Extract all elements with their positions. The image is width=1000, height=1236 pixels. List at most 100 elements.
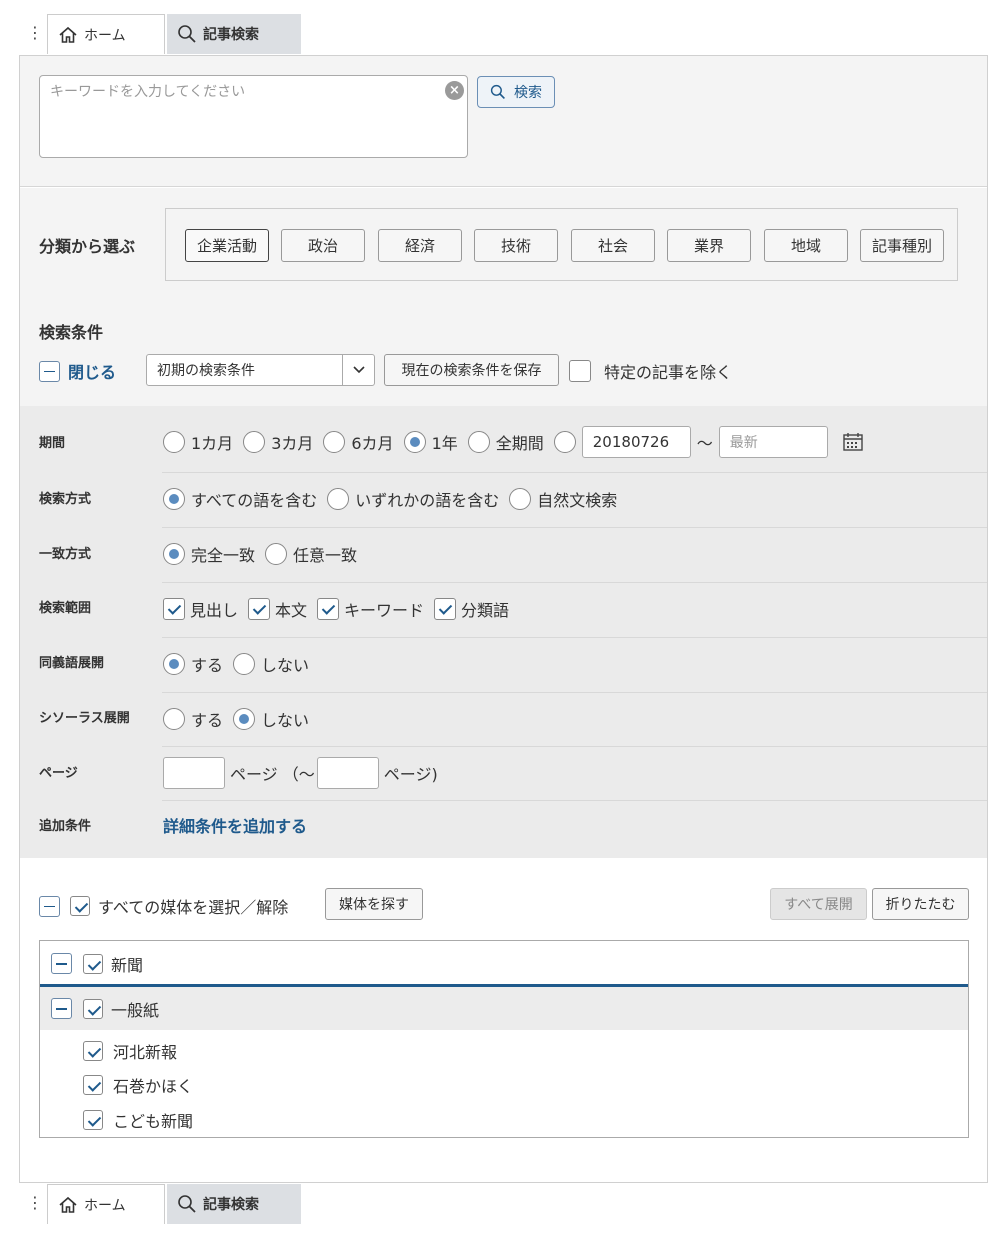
method-option[interactable]: 自然文検索 (509, 487, 617, 511)
radio[interactable] (163, 543, 185, 565)
category-button[interactable]: 政治 (281, 229, 365, 262)
category-button[interactable]: 記事種別 (860, 229, 944, 262)
clear-icon[interactable]: × (445, 81, 464, 100)
category-section: 分類から選ぶ 企業活動 政治 経済 技術 社会 業界 地域 記事種別 検索条件 … (20, 188, 987, 406)
period-option[interactable]: 6カ月 (323, 430, 394, 454)
media-header: すべての媒体を選択／解除 (39, 894, 288, 918)
expand-all-button[interactable]: すべて展開 (770, 888, 867, 920)
category-box: 企業活動 政治 経済 技術 社会 業界 地域 記事種別 (165, 208, 958, 281)
checkbox[interactable] (83, 1075, 103, 1095)
save-conditions-button[interactable]: 現在の検索条件を保存 (384, 354, 559, 386)
checkbox[interactable] (83, 1041, 103, 1061)
tab-home[interactable]: ホーム (47, 1184, 165, 1224)
scope-option[interactable]: 本文 (248, 597, 307, 621)
category-button[interactable]: 地域 (764, 229, 848, 262)
preset-select[interactable]: 初期の検索条件 (146, 354, 375, 386)
method-label: 検索方式 (39, 492, 92, 507)
period-label: 期間 (39, 436, 66, 451)
category-button[interactable]: 経済 (378, 229, 462, 262)
tab-home[interactable]: ホーム (47, 14, 165, 54)
category-button[interactable]: 企業活動 (185, 229, 269, 262)
media-subgroup-row[interactable]: 一般紙 (40, 987, 968, 1030)
checkbox[interactable] (83, 953, 103, 974)
scope-option[interactable]: 分類語 (434, 597, 509, 621)
period-custom-radio[interactable] (553, 431, 576, 453)
checkbox[interactable] (248, 598, 271, 620)
period-option[interactable]: 1年 (403, 430, 458, 454)
calendar-icon[interactable] (842, 432, 864, 452)
media-item[interactable]: 石巻かほく (83, 1073, 193, 1097)
thesaurus-option[interactable]: する (163, 707, 223, 731)
radio[interactable] (243, 431, 266, 453)
match-option[interactable]: 完全一致 (163, 542, 255, 566)
scope-option[interactable]: キーワード (317, 597, 424, 621)
checkbox[interactable] (317, 598, 340, 620)
radio[interactable] (467, 431, 490, 453)
media-group-row[interactable]: 新聞 (40, 941, 968, 986)
row-divider (162, 746, 987, 747)
radio[interactable] (163, 488, 185, 510)
exclude-checkbox[interactable] (569, 360, 591, 382)
period-options: 1カ月 3カ月 6カ月 1年 全期間 20180726 ～ 最新 (163, 426, 864, 458)
tab-article-search[interactable]: 記事検索 (167, 1184, 301, 1224)
radio[interactable] (327, 488, 350, 510)
find-media-button[interactable]: 媒体を探す (325, 888, 423, 920)
collapse-icon[interactable] (39, 895, 60, 917)
collapse-all-button[interactable]: 折りたたむ (872, 888, 969, 920)
checkbox[interactable] (434, 598, 457, 620)
media-item[interactable]: 河北新報 (83, 1039, 177, 1063)
synonym-option[interactable]: しない (233, 652, 309, 676)
radio[interactable] (233, 653, 256, 675)
period-option[interactable]: 1カ月 (163, 430, 233, 454)
row-divider (162, 692, 987, 693)
radio[interactable] (403, 431, 426, 453)
tab-article-search[interactable]: 記事検索 (167, 14, 301, 54)
row-divider (162, 637, 987, 638)
media-section: すべての媒体を選択／解除 媒体を探す すべて展開 折りたたむ 新聞 一般紙 河北… (20, 858, 987, 1182)
add-detail-conditions-link[interactable]: 詳細条件を追加する (163, 813, 307, 837)
more-menu-icon[interactable]: ⋮ (27, 1195, 43, 1211)
thesaurus-option[interactable]: しない (233, 707, 309, 731)
date-from-input[interactable]: 20180726 (581, 426, 691, 458)
search-button[interactable]: 検索 (477, 76, 555, 108)
category-button[interactable]: 技術 (474, 229, 558, 262)
search-icon (490, 84, 505, 99)
thesaurus-label: シソーラス展開 (39, 711, 130, 726)
exclude-articles[interactable]: 特定の記事を除く (569, 359, 732, 383)
method-option[interactable]: いずれかの語を含む (327, 487, 499, 511)
option-label: 3カ月 (271, 434, 314, 453)
conditions-rows: 期間 1カ月 3カ月 6カ月 1年 全期間 20180726 ～ 最新 検索方式… (20, 406, 987, 858)
collapse-conditions-button[interactable]: 閉じる (39, 359, 116, 383)
category-button[interactable]: 業界 (667, 229, 751, 262)
method-option[interactable]: すべての語を含む (163, 487, 317, 511)
radio[interactable] (163, 708, 185, 730)
collapse-icon[interactable] (51, 998, 72, 1019)
keyword-input[interactable]: キーワードを入力してください × (39, 75, 468, 158)
more-menu-icon[interactable]: ⋮ (27, 25, 43, 41)
match-option[interactable]: 任意一致 (265, 542, 357, 566)
collapse-icon[interactable] (51, 953, 72, 974)
match-options: 完全一致 任意一致 (163, 542, 367, 566)
page-from-input[interactable] (163, 757, 225, 789)
tab-bar-top: ⋮ ホーム 記事検索 (0, 13, 1000, 55)
radio[interactable] (233, 708, 256, 730)
checkbox[interactable] (83, 1110, 103, 1130)
checkbox[interactable] (163, 598, 185, 620)
select-all-checkbox[interactable] (70, 896, 90, 916)
page-range: ページ （～ ページ) (163, 757, 438, 789)
media-item[interactable]: こども新聞 (83, 1108, 193, 1132)
radio[interactable] (265, 543, 288, 565)
checkbox[interactable] (83, 998, 103, 1019)
synonym-option[interactable]: する (163, 652, 223, 676)
radio[interactable] (163, 431, 185, 453)
radio[interactable] (163, 653, 185, 675)
scope-option[interactable]: 見出し (163, 597, 238, 621)
radio[interactable] (323, 431, 346, 453)
period-option[interactable]: 全期間 (467, 430, 544, 454)
date-to-input[interactable]: 最新 (718, 426, 828, 458)
select-all-label: すべての媒体を選択／解除 (98, 898, 289, 917)
category-button[interactable]: 社会 (571, 229, 655, 262)
page-to-input[interactable] (316, 757, 379, 789)
radio[interactable] (509, 488, 532, 510)
period-option[interactable]: 3カ月 (243, 430, 313, 454)
